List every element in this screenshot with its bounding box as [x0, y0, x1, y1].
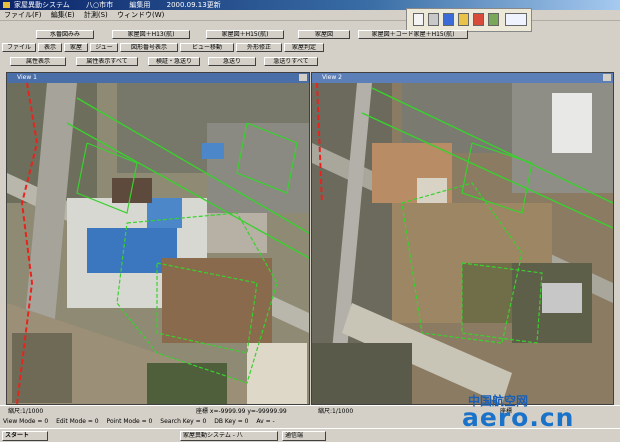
toolbar-row-1: 水番図みみ 家屋図＋H13(航) 家屋図＋H15(航) 家屋図 家屋図＋コード家… [0, 28, 620, 42]
attr-show-all-button[interactable]: 属性表示すべて [76, 57, 138, 66]
tab-view2[interactable]: ジュー [90, 43, 118, 52]
av-value: Av = - [256, 418, 275, 425]
close-icon[interactable] [299, 74, 307, 81]
close-icon[interactable] [603, 74, 611, 81]
color-icon[interactable] [473, 13, 484, 26]
toolbar-row-2: ファイル 表示 家屋 ジュー 図形番号表示 ビュー移動 外形修正 家屋判定 [0, 42, 620, 53]
aerial-map-left[interactable] [7, 83, 309, 404]
forward-button[interactable]: 急送り [208, 57, 256, 66]
tab-house[interactable]: 家屋 [64, 43, 88, 52]
view-1-window[interactable]: View 1 [6, 72, 310, 405]
tab-view[interactable]: 表示 [38, 43, 62, 52]
view-1-title: View 1 [17, 74, 37, 81]
layer-button-3[interactable]: 家屋図＋H15(航) [206, 30, 284, 39]
menu-edit[interactable]: 編集(E) [51, 11, 75, 19]
menu-window[interactable]: ウィンドウ(W) [117, 11, 164, 19]
forward-all-button[interactable]: 急送りすべて [264, 57, 318, 66]
verify-button[interactable]: 検証・急送り [148, 57, 200, 66]
map-icon[interactable] [458, 13, 469, 26]
view-2-window[interactable]: View 2 [311, 72, 614, 405]
tab-file[interactable]: ファイル [2, 43, 36, 52]
layer-button-1[interactable]: 水番図みみ [36, 30, 94, 39]
attr-show-button[interactable]: 属性表示 [10, 57, 66, 66]
edit-mode: Edit Mode = 0 [56, 418, 99, 425]
title-app: 家屋異動システム [14, 1, 70, 9]
search-key: Search Key = 0 [160, 418, 207, 425]
db-key: DB Key = 0 [214, 418, 249, 425]
point-mode: Point Mode = 0 [106, 418, 153, 425]
tab-judge[interactable]: 家屋判定 [284, 43, 324, 52]
font-icon[interactable] [413, 13, 424, 26]
layer-button-4[interactable]: 家屋図 [298, 30, 350, 39]
menu-measure[interactable]: 計測(S) [84, 11, 108, 19]
menu-file[interactable]: ファイル(F) [4, 11, 42, 19]
start-button[interactable]: スタート [2, 431, 48, 441]
app-icon [3, 2, 10, 8]
layer-button-2[interactable]: 家屋図＋H13(航) [112, 30, 190, 39]
view-1-titlebar: View 1 [7, 73, 309, 83]
title-updated: 2000.09.13更新 [166, 1, 221, 9]
view-2-title: View 2 [322, 74, 342, 81]
view-2-titlebar: View 2 [312, 73, 613, 83]
print-icon[interactable] [428, 13, 439, 26]
aerial-map-right[interactable] [312, 83, 613, 404]
taskbar-comm-button[interactable]: 通信端 [282, 431, 326, 441]
taskbar-app-button[interactable]: 家屋異動システム - 八 [180, 431, 278, 441]
title-mode: 編集用 [129, 1, 151, 9]
tab-shape-number[interactable]: 図形番号表示 [120, 43, 178, 52]
toolbar-row-3: 属性表示 属性表示すべて 検証・急送り 急送り 急送りすべて [0, 54, 620, 69]
aero-cn-watermark: 中国航空网 aero.cn [462, 392, 620, 432]
data-icon[interactable] [505, 13, 527, 26]
save-icon[interactable] [443, 13, 454, 26]
tab-outline[interactable]: 外形修正 [236, 43, 282, 52]
layer-button-5[interactable]: 家屋図＋コード家屋＋H15(航) [358, 30, 468, 39]
view-mode: View Mode = 0 [3, 418, 49, 425]
tab-view-move[interactable]: ビュー移動 [180, 43, 234, 52]
title-city: 八○市市 [86, 1, 114, 9]
layer-icon[interactable] [488, 13, 499, 26]
watermark-latin: aero.cn [462, 403, 575, 432]
